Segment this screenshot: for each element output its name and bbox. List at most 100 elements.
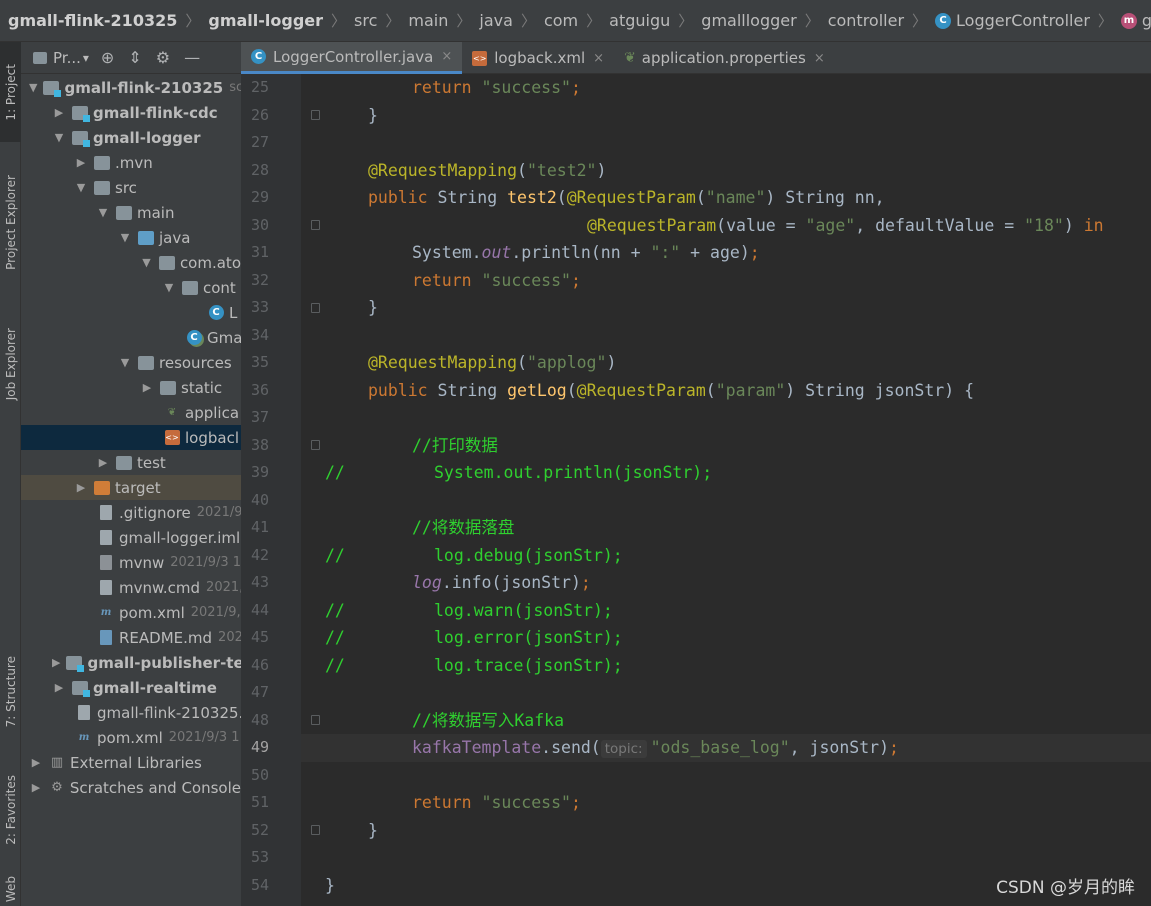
chevron-right-icon[interactable]: ▶ — [52, 681, 66, 694]
chevron-right-icon[interactable]: ▶ — [74, 156, 88, 169]
code-token: ) String jsonStr) { — [785, 380, 975, 400]
tree-item-test[interactable]: ▶ test — [21, 450, 241, 475]
tree-item-src[interactable]: ▼ src — [21, 175, 241, 200]
job-explorer-tool-tab[interactable]: Job Explorer — [0, 304, 21, 424]
locate-icon[interactable]: ⊕ — [101, 48, 114, 67]
tree-item-java[interactable]: ▼ java — [21, 225, 241, 250]
tree-item-scratches[interactable]: ▶ ⚙ Scratches and Console — [21, 775, 241, 800]
code-line-29: public String test2(@RequestParam("name"… — [368, 184, 885, 212]
line-number: 39 — [250, 463, 269, 481]
breadcrumb-java[interactable]: java — [479, 11, 513, 30]
markdown-file-icon — [98, 630, 114, 645]
project-view-selector[interactable]: Pr... — [53, 49, 81, 67]
chevron-down-icon[interactable]: ▼ — [140, 256, 153, 269]
code-token: return — [412, 270, 472, 290]
tree-item-realtime[interactable]: ▶ gmall-realtime — [21, 675, 241, 700]
chevron-right-icon[interactable]: ▶ — [29, 781, 43, 794]
code-token: ) — [1063, 215, 1084, 235]
chevron-down-icon[interactable]: ▼ — [118, 231, 132, 244]
breadcrumb-class[interactable]: C LoggerController — [935, 11, 1090, 30]
code-line-31: System.out.println(nn + ":" + age); — [412, 239, 760, 267]
tab-application-properties[interactable]: ❦ application.properties × — [614, 42, 835, 74]
tree-item-logger[interactable]: ▼ gmall-logger — [21, 125, 241, 150]
tree-item-mvn[interactable]: ▶ .mvn — [21, 150, 241, 175]
tab-logger-controller[interactable]: C LoggerController.java × — [241, 42, 463, 74]
project-tool-tab[interactable]: 1: Project — [0, 42, 21, 142]
breadcrumb-com[interactable]: com — [544, 11, 578, 30]
structure-tool-tab[interactable]: 7: Structure — [0, 637, 21, 747]
tree-item-readme[interactable]: README.md 202 — [21, 625, 241, 650]
tree-item-logback[interactable]: <> logbacl — [21, 425, 241, 450]
tree-item-publisher[interactable]: ▶ gmall-publisher-te — [21, 650, 241, 675]
project-explorer-tool-tab[interactable]: Project Explorer — [0, 152, 21, 292]
chevron-down-icon[interactable]: ▼ — [96, 206, 110, 219]
line-number: 34 — [250, 325, 269, 344]
code-editor[interactable]: 25 26 27 28 29 30 31 32 33 34 35 36 37 3… — [241, 74, 1151, 906]
tree-item-target[interactable]: ▶ target — [21, 475, 241, 500]
web-tool-tab[interactable]: Web — [0, 872, 21, 906]
fold-marker-icon[interactable] — [311, 440, 320, 450]
tree-item-root-iml[interactable]: gmall-flink-210325.i — [21, 700, 241, 725]
tree-item-mvnw-cmd[interactable]: mvnw.cmd 2021, — [21, 575, 241, 600]
fold-marker-icon[interactable] — [311, 825, 320, 835]
tree-item-root[interactable]: ▼ gmall-flink-210325 sc — [21, 75, 241, 100]
chevron-right-icon: 〉 — [456, 12, 472, 30]
tree-item-gitignore[interactable]: .gitignore 2021/9 — [21, 500, 241, 525]
breadcrumb-atguigu[interactable]: atguigu — [609, 11, 670, 30]
tab-label: logback.xml — [494, 49, 586, 67]
favorites-tool-tab[interactable]: 2: Favorites — [0, 757, 21, 862]
chevron-down-icon[interactable]: ▼ — [29, 81, 37, 94]
chevron-down-icon[interactable]: ▼ — [74, 181, 88, 194]
code-token: @RequestParam — [566, 188, 696, 207]
chevron-right-icon[interactable]: ▶ — [140, 381, 154, 394]
tree-item-mvnw[interactable]: mvnw 2021/9/3 1 — [21, 550, 241, 575]
breadcrumb-method[interactable]: m getLog — [1120, 11, 1151, 30]
code-line-38: //打印数据 — [412, 435, 498, 455]
chevron-right-icon[interactable]: ▶ — [52, 656, 60, 669]
breadcrumb-controller[interactable]: controller — [828, 11, 904, 30]
fold-marker-icon[interactable] — [311, 110, 320, 120]
minimize-icon[interactable]: — — [184, 48, 200, 67]
close-icon[interactable]: × — [593, 51, 604, 66]
tree-item-application-class[interactable]: C Gma — [21, 325, 241, 350]
chevron-right-icon[interactable]: ▶ — [74, 481, 88, 494]
tree-item-external-libraries[interactable]: ▶ ▥ External Libraries — [21, 750, 241, 775]
code-token: "age" — [805, 215, 856, 235]
chevron-down-icon[interactable]: ▼ — [52, 131, 66, 144]
fold-marker-icon[interactable] — [311, 715, 320, 725]
chevron-down-icon[interactable]: ▼ — [162, 281, 176, 294]
breadcrumb-project[interactable]: gmall-flink-210325 — [8, 11, 177, 30]
breadcrumb-main[interactable]: main — [408, 11, 448, 30]
tree-item-main[interactable]: ▼ main — [21, 200, 241, 225]
chevron-right-icon[interactable]: ▶ — [29, 756, 43, 769]
tree-item-application-properties[interactable]: ❦ applica — [21, 400, 241, 425]
chevron-down-icon[interactable]: ▼ — [118, 356, 132, 369]
breadcrumb-src[interactable]: src — [354, 11, 377, 30]
gear-icon[interactable]: ⚙ — [156, 48, 170, 67]
chevron-down-icon[interactable]: ▾ — [83, 51, 89, 65]
tree-item-logger-controller[interactable]: C L — [21, 300, 241, 325]
breadcrumb-gmalllogger[interactable]: gmalllogger — [701, 11, 796, 30]
tree-item-iml[interactable]: gmall-logger.iml — [21, 525, 241, 550]
code-token: , defaultValue = — [855, 215, 1025, 235]
tree-item-flink-cdc[interactable]: ▶ gmall-flink-cdc — [21, 100, 241, 125]
tree-item-package[interactable]: ▼ com.ato — [21, 250, 241, 275]
tree-item-resources[interactable]: ▼ resources — [21, 350, 241, 375]
close-icon[interactable]: × — [814, 51, 825, 66]
collapse-all-icon[interactable]: ⇕ — [128, 48, 141, 67]
chevron-right-icon[interactable]: ▶ — [96, 456, 110, 469]
code-token: public — [368, 380, 428, 400]
close-icon[interactable]: × — [441, 49, 452, 64]
tree-item-label: applica — [185, 403, 240, 422]
fold-marker-icon[interactable] — [311, 303, 320, 313]
tree-item-static[interactable]: ▶ static — [21, 375, 241, 400]
chevron-right-icon[interactable]: ▶ — [52, 106, 66, 119]
code-token: ( — [517, 353, 527, 372]
tree-item-pom[interactable]: m pom.xml 2021/9, — [21, 600, 241, 625]
breadcrumb-module[interactable]: gmall-logger — [208, 11, 323, 30]
code-token: "18" — [1024, 215, 1064, 235]
tree-item-controller[interactable]: ▼ cont — [21, 275, 241, 300]
fold-marker-icon[interactable] — [311, 220, 320, 230]
tree-item-root-pom[interactable]: m pom.xml 2021/9/3 1 — [21, 725, 241, 750]
tab-logback[interactable]: <> logback.xml × — [462, 42, 614, 74]
